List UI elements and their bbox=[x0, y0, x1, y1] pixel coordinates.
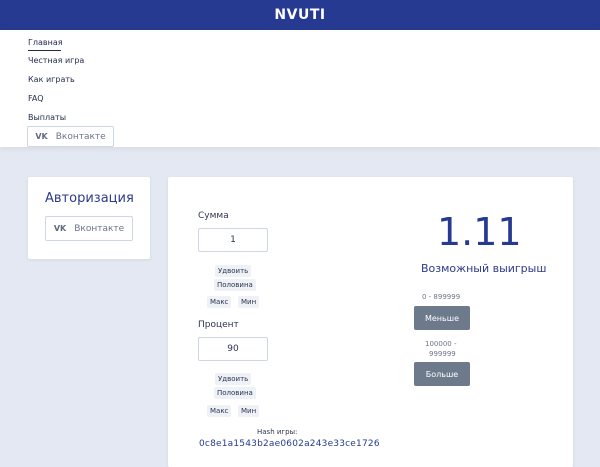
less-button[interactable]: Меньше bbox=[414, 306, 470, 330]
nav-item-fair-game[interactable]: Честная игра bbox=[28, 56, 84, 65]
sum-input[interactable] bbox=[198, 228, 268, 252]
percent-max-button[interactable]: Макс bbox=[207, 405, 232, 417]
auth-title: Авторизация bbox=[45, 191, 134, 206]
nav-vk-button[interactable]: VK Вконтакте bbox=[27, 126, 114, 147]
auth-card: Авторизация VK Вконтакте bbox=[28, 177, 150, 259]
nav-item-how-to-play[interactable]: Как играть bbox=[28, 75, 75, 84]
percent-half-button[interactable]: Половина bbox=[214, 387, 256, 399]
top-bar: NVUTI bbox=[0, 0, 600, 30]
sum-half-button[interactable]: Половина bbox=[214, 279, 256, 291]
less-range: 0 - 899999 bbox=[422, 293, 461, 301]
vk-icon: VK bbox=[35, 132, 48, 141]
sum-double-button[interactable]: Удвоить bbox=[215, 265, 252, 277]
vk-icon: VK bbox=[53, 224, 67, 233]
possible-win-label: Возможный выигрыш bbox=[421, 262, 547, 275]
brand-logo[interactable]: NVUTI bbox=[274, 7, 325, 23]
sum-max-button[interactable]: Макс bbox=[207, 296, 232, 308]
multiplier-value: 1.11 bbox=[437, 210, 522, 254]
more-range-line2: 999999 bbox=[429, 350, 456, 358]
percent-min-button[interactable]: Мин bbox=[238, 405, 260, 417]
percent-input[interactable] bbox=[198, 337, 268, 361]
percent-label: Процент bbox=[198, 320, 239, 330]
hash-label: Hash игры: bbox=[257, 428, 298, 436]
nav-item-home[interactable]: Главная bbox=[28, 38, 63, 51]
percent-double-button[interactable]: Удвоить bbox=[215, 373, 252, 385]
auth-vk-label: Вконтакте bbox=[74, 223, 125, 234]
nav-vk-label: Вконтакте bbox=[55, 131, 106, 142]
main-nav: Главная Честная игра Как играть FAQ Выпл… bbox=[0, 30, 600, 147]
nav-item-faq[interactable]: FAQ bbox=[28, 94, 44, 103]
more-button[interactable]: Больше bbox=[414, 362, 470, 386]
nav-item-payouts[interactable]: Выплаты bbox=[28, 113, 66, 122]
auth-vk-button[interactable]: VK Вконтакте bbox=[45, 216, 133, 241]
sum-label: Сумма bbox=[198, 211, 229, 221]
more-range-line1: 100000 - bbox=[425, 340, 457, 348]
sum-min-button[interactable]: Мин bbox=[238, 296, 260, 308]
hash-value: 0c8e1a1543b2ae0602a243e33ce1726 bbox=[199, 439, 380, 449]
